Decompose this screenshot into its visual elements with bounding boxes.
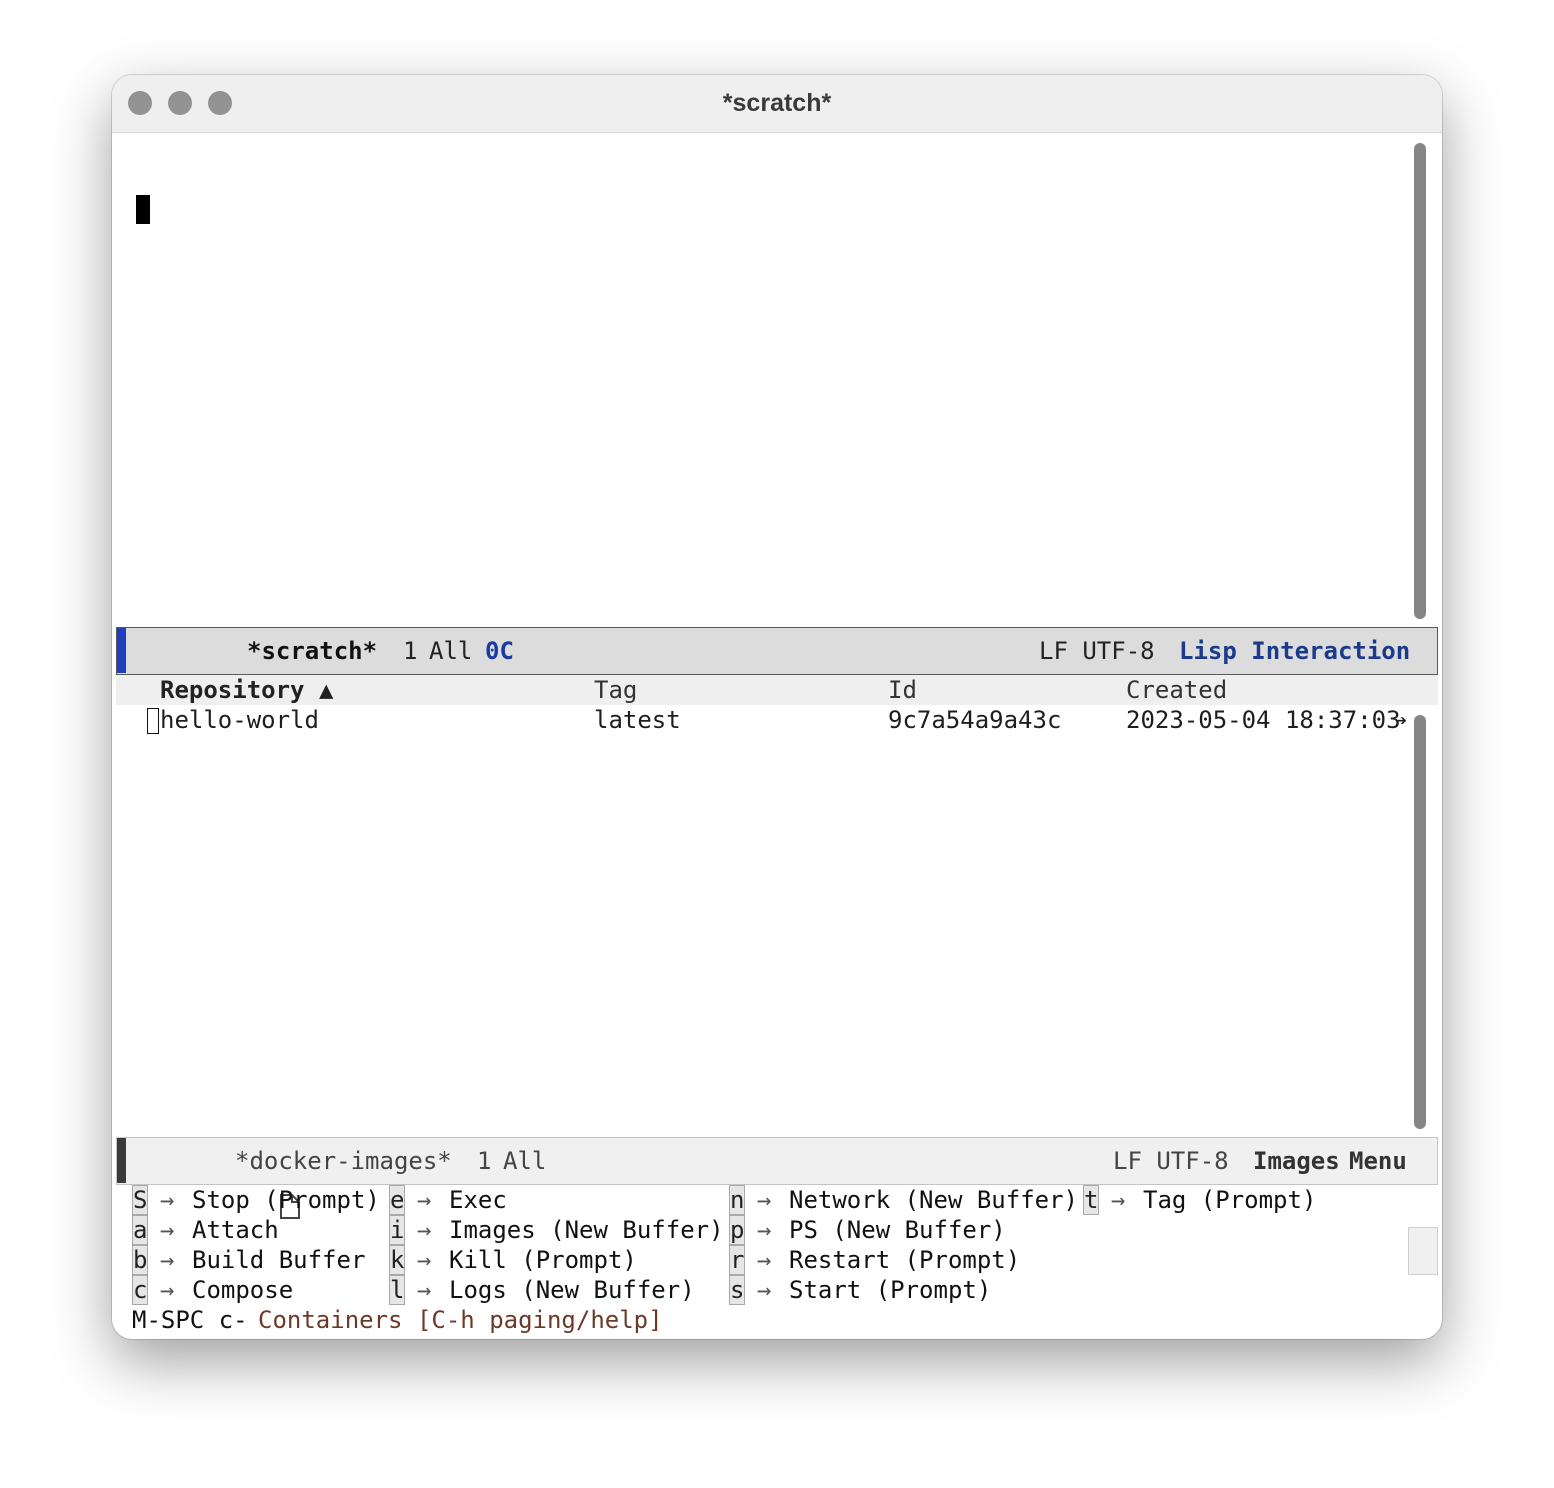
truncation-arrow-icon: ➔	[1395, 708, 1408, 732]
scratch-mode-line[interactable]: *scratch* 1 All 0C LF UTF-8 Lisp Interac…	[116, 627, 1438, 707]
which-key-key: l	[389, 1275, 405, 1305]
modeline-position: All	[429, 637, 473, 665]
which-key-key: i	[389, 1215, 405, 1245]
arrow-right-icon: →	[417, 1216, 432, 1244]
column-header-id[interactable]: Id	[888, 675, 917, 705]
window-title: *scratch*	[722, 89, 832, 117]
which-key-command-stop[interactable]: Stop (Prompt)	[192, 1185, 380, 1215]
cell-id: 9c7a54a9a43c	[888, 706, 1062, 734]
which-key-key: k	[389, 1245, 405, 1275]
which-key-command-restart[interactable]: Restart (Prompt)	[789, 1245, 1020, 1275]
which-key-command-build-buffer[interactable]: Build Buffer	[192, 1245, 365, 1275]
which-key-key: e	[389, 1185, 405, 1215]
docker-images-mode-line[interactable]: *docker-images* 1 All LF UTF-8 Images Me…	[116, 1137, 1438, 1219]
which-key-command-attach[interactable]: Attach	[192, 1215, 279, 1245]
cell-repository: hello-world	[160, 706, 319, 734]
which-key-key: n	[729, 1185, 745, 1215]
arrow-right-icon: →	[1111, 1186, 1126, 1214]
arrow-right-icon: →	[417, 1186, 432, 1214]
arrow-right-icon: →	[160, 1216, 175, 1244]
table-header-row: Repository ▲ Tag Id Created	[116, 675, 1438, 705]
which-key-prefix: M-SPC c-	[132, 1306, 248, 1334]
which-key-key: t	[1083, 1185, 1099, 1215]
which-key-command-compose[interactable]: Compose	[192, 1275, 293, 1305]
which-key-key: b	[132, 1245, 148, 1275]
window-indicator	[117, 1138, 126, 1183]
which-key-key: S	[132, 1185, 148, 1215]
modeline-line-number: 1	[403, 637, 418, 665]
modeline-line-number: 1	[477, 1147, 492, 1175]
which-key-command-ps[interactable]: PS (New Buffer)	[789, 1215, 1006, 1245]
modeline-buffer-name[interactable]: *docker-images*	[235, 1138, 452, 1184]
modeline-column-number: 0C	[485, 637, 514, 665]
modeline-buffer-name[interactable]: *scratch*	[247, 628, 377, 674]
text-cursor	[136, 195, 150, 224]
column-header-tag[interactable]: Tag	[594, 675, 637, 705]
which-key-key: s	[729, 1275, 745, 1305]
modeline-menu[interactable]: Menu	[1349, 1138, 1407, 1184]
which-key-command-exec[interactable]: Exec	[449, 1185, 507, 1215]
arrow-right-icon: →	[160, 1246, 175, 1274]
modeline-encoding[interactable]: LF UTF-8	[1039, 628, 1155, 674]
modeline-encoding[interactable]: LF UTF-8	[1113, 1138, 1229, 1184]
arrow-right-icon: →	[160, 1186, 175, 1214]
modeline-major-mode[interactable]: Images	[1253, 1138, 1340, 1184]
which-key-command-tag[interactable]: Tag (Prompt)	[1143, 1185, 1316, 1215]
which-key-command-logs[interactable]: Logs (New Buffer)	[449, 1275, 695, 1305]
column-header-repository[interactable]: Repository ▲	[160, 675, 333, 705]
arrow-right-icon: →	[160, 1276, 175, 1304]
arrow-right-icon: →	[757, 1276, 772, 1304]
scratch-buffer-text-area[interactable]	[116, 133, 1438, 627]
which-key-popup: S → Stop (Prompt) a → Attach b → Build B…	[112, 1185, 1442, 1339]
arrow-right-icon: →	[757, 1246, 772, 1274]
cell-created: 2023-05-04 18:37:03	[1126, 706, 1401, 734]
arrow-right-icon: →	[757, 1216, 772, 1244]
docker-images-buffer[interactable]: Repository ▲ Tag Id Created hello-world …	[116, 675, 1438, 1137]
which-key-prompt: Containers [C-h paging/help]	[258, 1306, 663, 1334]
emacs-window: *scratch* *scratch* 1 All 0C LF UTF-8 Li…	[112, 75, 1442, 1339]
active-window-indicator	[117, 628, 126, 673]
arrow-right-icon: →	[757, 1186, 772, 1214]
which-key-command-kill[interactable]: Kill (Prompt)	[449, 1245, 637, 1275]
which-key-command-images[interactable]: Images (New Buffer)	[449, 1215, 724, 1245]
title-bar: *scratch*	[112, 75, 1442, 133]
which-key-key: r	[729, 1245, 745, 1275]
which-key-command-start[interactable]: Start (Prompt)	[789, 1275, 991, 1305]
scratch-scrollbar-thumb[interactable]	[1414, 143, 1426, 619]
modeline-position: All	[503, 1147, 547, 1175]
arrow-right-icon: →	[417, 1246, 432, 1274]
row-cursor	[147, 708, 159, 734]
echo-area-scroll-box	[1408, 1227, 1438, 1275]
modeline-major-mode[interactable]: Lisp Interaction	[1179, 628, 1410, 674]
which-key-key: c	[132, 1275, 148, 1305]
cell-tag: latest	[594, 706, 681, 734]
which-key-key: p	[729, 1215, 745, 1245]
column-header-created[interactable]: Created	[1126, 675, 1227, 705]
which-key-key: a	[132, 1215, 148, 1245]
which-key-command-network[interactable]: Network (New Buffer)	[789, 1185, 1078, 1215]
images-scrollbar-thumb[interactable]	[1414, 715, 1426, 1129]
arrow-right-icon: →	[417, 1276, 432, 1304]
table-row[interactable]: hello-world latest 9c7a54a9a43c 2023-05-…	[116, 705, 1408, 735]
